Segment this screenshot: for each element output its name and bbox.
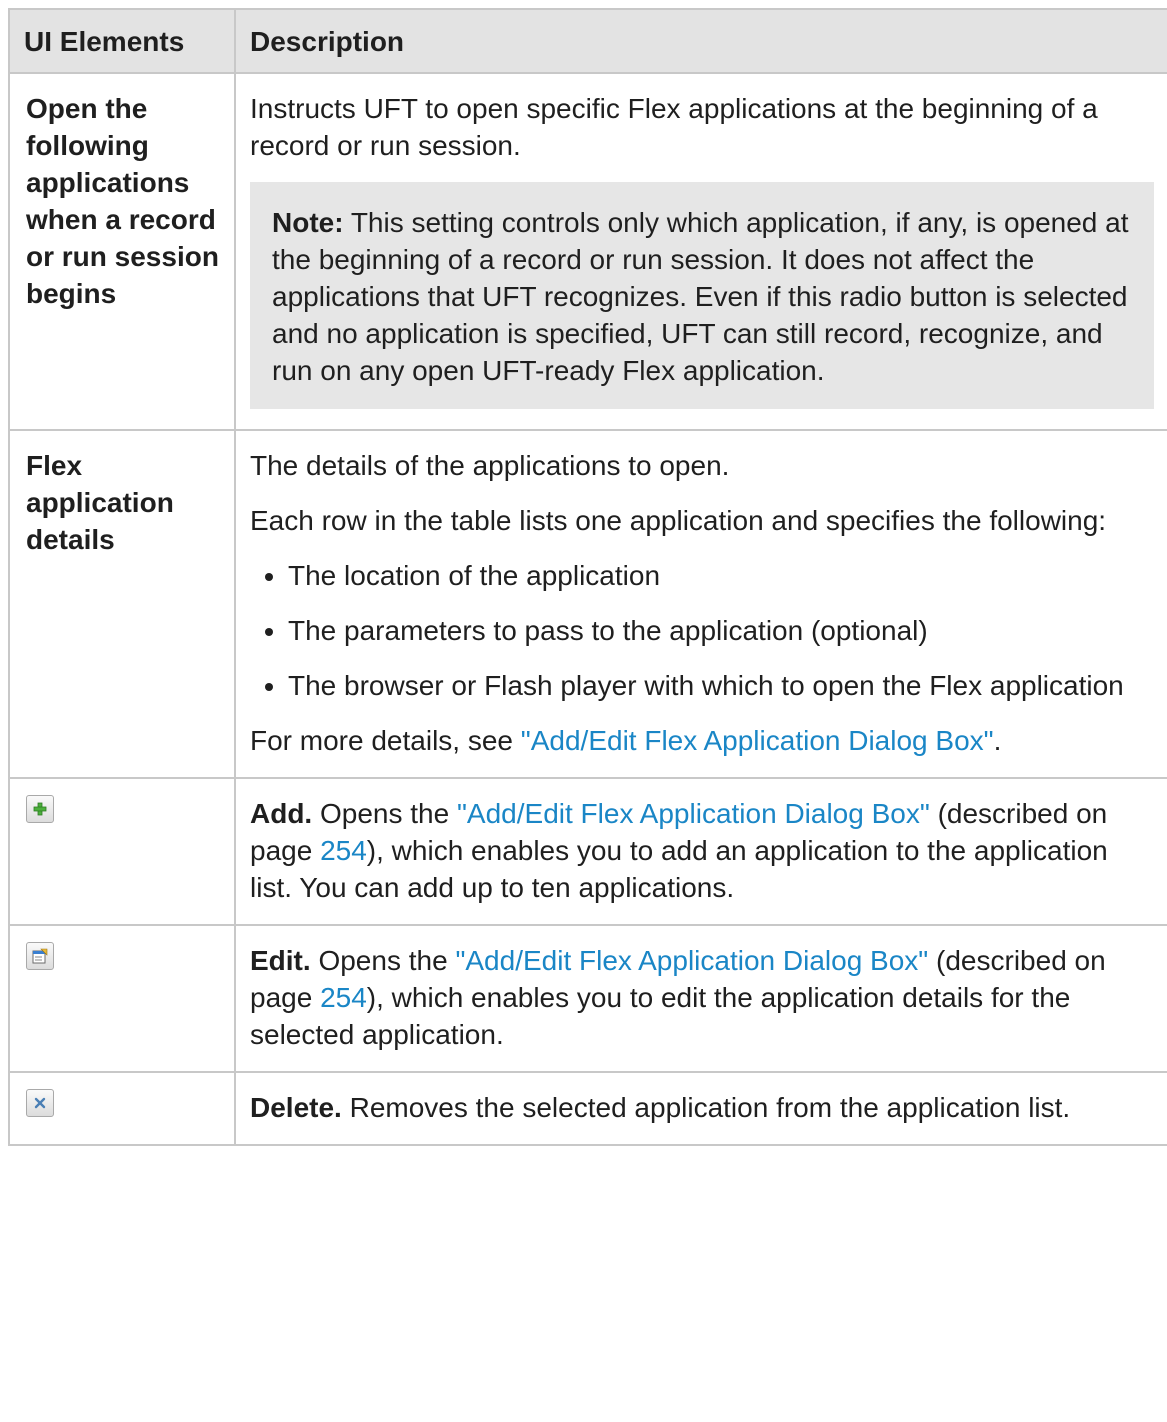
- add-edit-dialog-link[interactable]: "Add/Edit Flex Application Dialog Box": [521, 725, 994, 756]
- add-text: Opens the: [312, 798, 457, 829]
- flex-details-more: For more details, see "Add/Edit Flex App…: [250, 722, 1154, 759]
- header-ui-elements: UI Elements: [8, 8, 236, 74]
- row-icon-cell-delete: [8, 1071, 236, 1146]
- row-description-flex-details: The details of the applications to open.…: [234, 429, 1167, 779]
- add-icon: [26, 795, 54, 823]
- row-icon-cell-edit: [8, 924, 236, 1073]
- table-row-flex-details: Flex application details The details of …: [8, 429, 1167, 779]
- row-description-add: Add. Opens the "Add/Edit Flex Applicatio…: [234, 777, 1167, 926]
- row-name-flex-details: Flex application details: [8, 429, 236, 779]
- add-edit-dialog-link[interactable]: "Add/Edit Flex Application Dialog Box": [455, 945, 928, 976]
- table-header-row: UI Elements Description: [8, 8, 1167, 74]
- row-description-delete: Delete. Removes the selected application…: [234, 1071, 1167, 1146]
- page-link[interactable]: 254: [320, 835, 367, 866]
- add-text: ), which enables you to add an applicati…: [250, 835, 1108, 903]
- table-row-open-apps: Open the following applications when a r…: [8, 72, 1167, 431]
- header-description: Description: [234, 8, 1167, 74]
- edit-text: Opens the: [310, 945, 456, 976]
- ui-elements-table: UI Elements Description Open the followi…: [8, 8, 1167, 1146]
- delete-icon: [26, 1089, 54, 1117]
- edit-text: ), which enables you to edit the applica…: [250, 982, 1071, 1050]
- flex-details-bullet-list: The location of the application The para…: [250, 557, 1154, 704]
- flex-details-each-row: Each row in the table lists one applicat…: [250, 505, 1107, 536]
- edit-icon: [26, 942, 54, 970]
- list-item: The parameters to pass to the applicatio…: [288, 612, 1154, 649]
- row-name-open-apps: Open the following applications when a r…: [8, 72, 236, 431]
- delete-text: Removes the selected application from th…: [341, 1092, 1071, 1123]
- note-label: Note:: [272, 207, 344, 238]
- delete-label: Delete.: [250, 1092, 342, 1123]
- edit-label: Edit.: [250, 945, 311, 976]
- table-row-delete: Delete. Removes the selected application…: [8, 1071, 1167, 1146]
- page-link[interactable]: 254: [320, 982, 367, 1013]
- list-item: The browser or Flash player with which t…: [288, 667, 1154, 704]
- more-suffix: .: [993, 725, 1002, 756]
- row-description-open-apps: Instructs UFT to open specific Flex appl…: [234, 72, 1167, 431]
- table-row-edit: Edit. Opens the "Add/Edit Flex Applicati…: [8, 924, 1167, 1073]
- add-label: Add.: [250, 798, 313, 829]
- flex-details-intro: The details of the applications to open.: [250, 450, 730, 481]
- note-box: Note: This setting controls only which a…: [250, 182, 1154, 409]
- open-apps-description: Instructs UFT to open specific Flex appl…: [250, 93, 1098, 161]
- add-edit-dialog-link[interactable]: "Add/Edit Flex Application Dialog Box": [457, 798, 930, 829]
- note-text: This setting controls only which applica…: [272, 207, 1129, 386]
- table-row-add: Add. Opens the "Add/Edit Flex Applicatio…: [8, 777, 1167, 926]
- more-prefix: For more details, see: [250, 725, 521, 756]
- row-icon-cell-add: [8, 777, 236, 926]
- list-item: The location of the application: [288, 557, 1154, 594]
- row-description-edit: Edit. Opens the "Add/Edit Flex Applicati…: [234, 924, 1167, 1073]
